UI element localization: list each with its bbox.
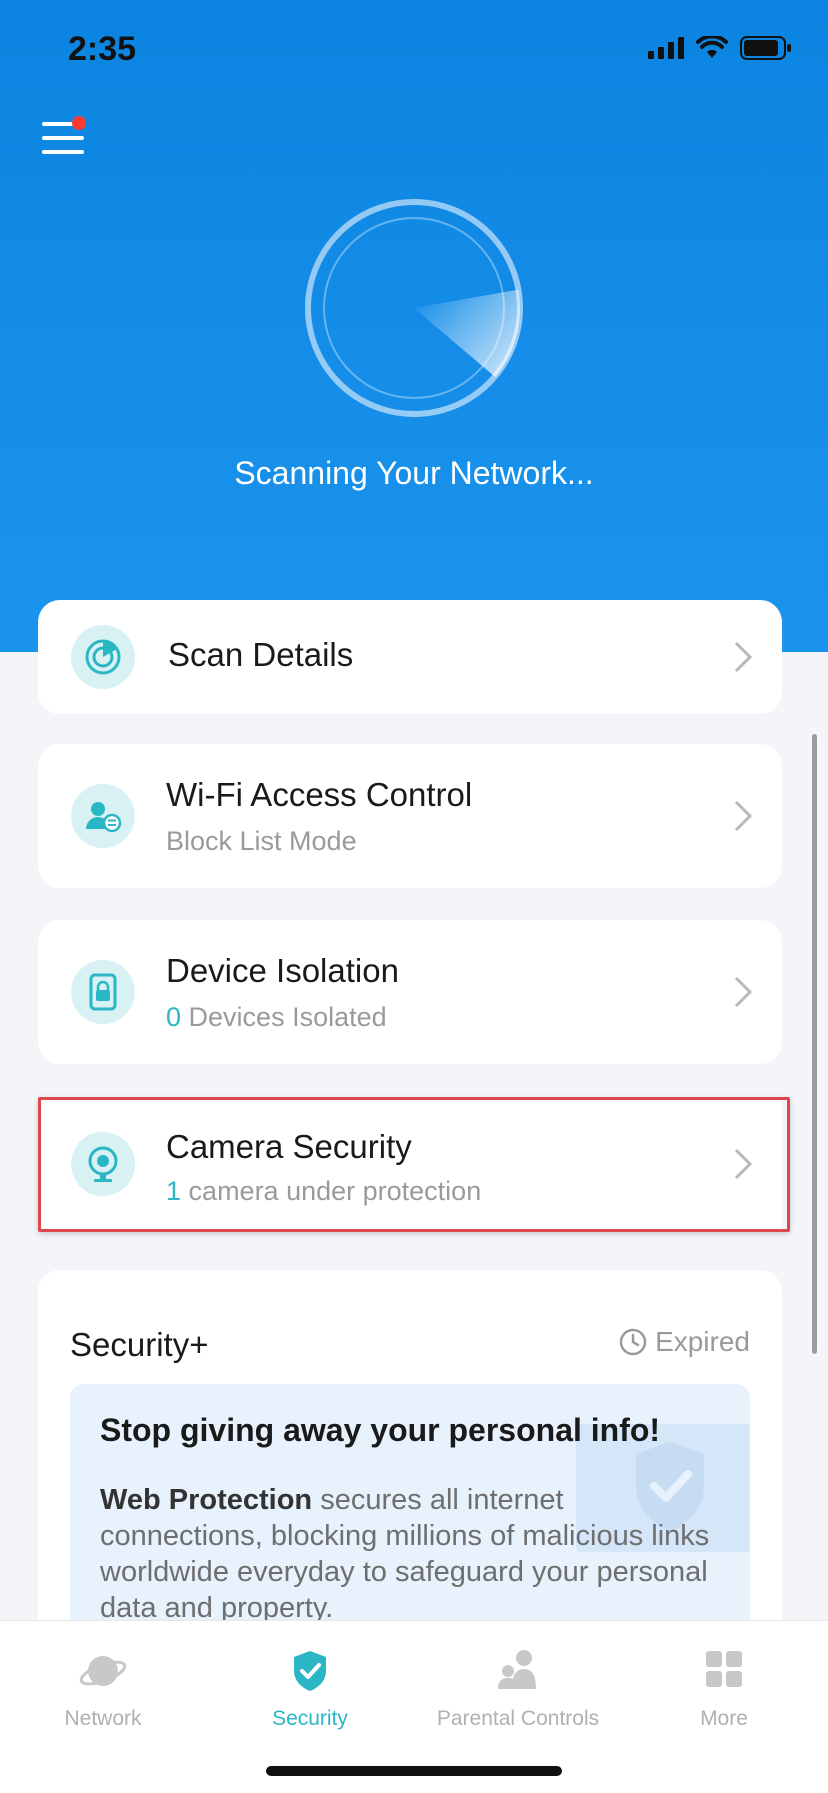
wifi-access-control-card[interactable]: Wi-Fi Access Control Block List Mode bbox=[38, 744, 782, 888]
planet-icon bbox=[79, 1656, 127, 1686]
wifi-access-control-subtitle: Block List Mode bbox=[166, 826, 357, 856]
tab-parental-controls[interactable]: Parental Controls bbox=[418, 1649, 618, 1731]
tab-network-label: Network bbox=[64, 1707, 142, 1730]
device-isolation-subtitle: 0 Devices Isolated bbox=[166, 1002, 387, 1033]
promo-bold-text: Web Protection bbox=[100, 1484, 313, 1516]
hero-header: 2:35 Scanning Your Network... bbox=[0, 0, 828, 652]
wifi-access-control-title: Wi-Fi Access Control bbox=[166, 776, 473, 813]
scrollbar[interactable] bbox=[812, 734, 817, 1354]
shield-check-icon bbox=[294, 1651, 326, 1691]
status-time: 2:35 bbox=[68, 30, 137, 68]
tab-more[interactable]: More bbox=[624, 1649, 824, 1731]
tab-network[interactable]: Network bbox=[3, 1649, 203, 1731]
scan-status-text: Scanning Your Network... bbox=[234, 455, 594, 491]
status-icons bbox=[648, 36, 792, 60]
expired-label: Expired bbox=[655, 1326, 750, 1357]
promo-body: Web Protection secures all internet conn… bbox=[100, 1482, 720, 1626]
promo-title: Stop giving away your personal info! bbox=[100, 1412, 661, 1448]
scan-details-card[interactable]: Scan Details bbox=[38, 600, 782, 714]
web-protection-promo[interactable]: Stop giving away your personal info! Web… bbox=[70, 1384, 750, 1644]
clock-icon bbox=[619, 1328, 647, 1356]
home-indicator bbox=[266, 1766, 562, 1776]
isolated-count: 0 bbox=[166, 1002, 182, 1032]
scan-radar-icon bbox=[305, 199, 523, 417]
battery-icon bbox=[740, 36, 791, 60]
tab-security-label: Security bbox=[272, 1707, 348, 1730]
tab-parental-controls-label: Parental Controls bbox=[436, 1707, 600, 1730]
isolated-label: Devices Isolated bbox=[188, 1002, 387, 1032]
grid-icon bbox=[706, 1651, 742, 1687]
chevron-right-icon bbox=[734, 800, 753, 832]
notification-dot bbox=[72, 116, 86, 130]
security-plus-card[interactable]: Security+ Expired Stop giving away your … bbox=[38, 1270, 782, 1650]
tab-more-label: More bbox=[700, 1707, 748, 1730]
wifi-icon bbox=[696, 36, 728, 58]
chevron-right-icon bbox=[734, 641, 753, 673]
family-icon bbox=[498, 1650, 536, 1689]
signal-icon bbox=[648, 37, 684, 59]
device-isolation-card[interactable]: Device Isolation 0 Devices Isolated bbox=[38, 920, 782, 1064]
selection-highlight bbox=[38, 1097, 790, 1232]
device-isolation-title: Device Isolation bbox=[166, 952, 399, 989]
scan-details-title: Scan Details bbox=[168, 636, 354, 673]
chevron-right-icon bbox=[734, 976, 753, 1008]
user-block-icon bbox=[71, 784, 135, 848]
menu-button[interactable] bbox=[42, 116, 86, 156]
security-plus-title: Security+ bbox=[70, 1326, 209, 1363]
tab-security[interactable]: Security bbox=[210, 1649, 410, 1731]
scan-details-icon bbox=[71, 625, 135, 689]
lock-device-icon bbox=[71, 960, 135, 1024]
expired-status: Expired bbox=[619, 1326, 750, 1358]
